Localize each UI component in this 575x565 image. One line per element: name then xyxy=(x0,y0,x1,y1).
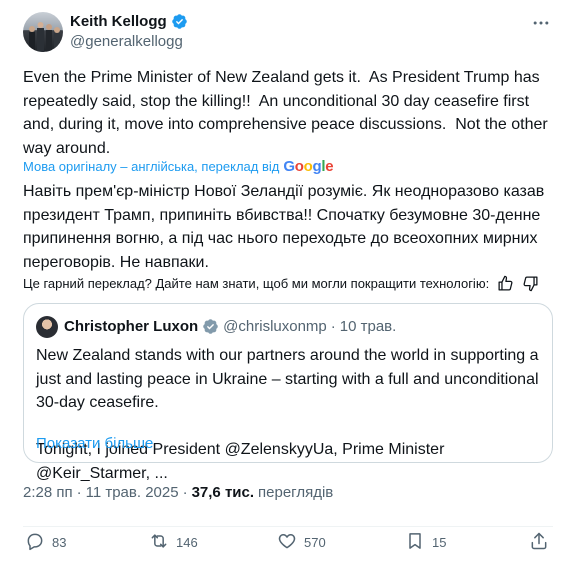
quoted-date[interactable]: 10 трав. xyxy=(340,318,397,335)
meta-separator-2: · xyxy=(182,484,188,501)
google-logo: Google xyxy=(283,158,334,175)
quoted-post-header: Christopher Luxon @chrisluxonmp · 10 тра… xyxy=(64,318,396,335)
reply-icon xyxy=(25,531,45,554)
show-more-link[interactable]: Показати більше xyxy=(36,435,153,452)
post-metadata: 2:28 пп · 11 трав. 2025 · 37,6 тис. пере… xyxy=(23,484,333,501)
translation-credit-text[interactable]: Мова оригіналу – англійська, переклад ві… xyxy=(23,159,279,174)
views-label: переглядів xyxy=(258,484,334,501)
like-button[interactable]: 570 xyxy=(277,531,326,554)
reply-count: 83 xyxy=(52,535,67,550)
quoted-author-name[interactable]: Christopher Luxon xyxy=(64,318,198,335)
repost-count: 146 xyxy=(176,535,198,550)
like-icon xyxy=(277,531,297,554)
author-name[interactable]: Keith Kellogg xyxy=(70,13,188,30)
author-avatar[interactable] xyxy=(23,12,63,52)
action-bar: 83 146 570 15 xyxy=(23,526,553,555)
more-options-icon[interactable] xyxy=(530,12,552,34)
bookmark-icon xyxy=(405,531,425,554)
repost-icon xyxy=(149,531,169,554)
bookmark-count: 15 xyxy=(432,535,447,550)
author-name-text[interactable]: Keith Kellogg xyxy=(70,13,167,30)
quoted-author-avatar[interactable] xyxy=(36,316,58,338)
quoted-author-handle[interactable]: @chrisluxonmp xyxy=(223,318,327,335)
thumbs-down-icon[interactable] xyxy=(522,275,539,292)
share-icon xyxy=(529,531,549,554)
post-time[interactable]: 2:28 пп xyxy=(23,484,73,501)
quoted-post-card[interactable]: Christopher Luxon @chrisluxonmp · 10 тра… xyxy=(23,303,553,482)
translated-text: Навіть прем'єр-міністр Нової Зеландії ро… xyxy=(23,183,549,271)
translation-feedback: Це гарний переклад? Дайте нам знати, щоб… xyxy=(23,275,539,292)
feedback-prompt: Це гарний переклад? Дайте нам знати, щоб… xyxy=(23,276,490,291)
reply-button[interactable]: 83 xyxy=(25,531,66,554)
quoted-verified-badge-icon xyxy=(202,318,219,335)
thumbs-up-icon[interactable] xyxy=(497,275,514,292)
share-button[interactable] xyxy=(529,531,549,554)
translation-credit[interactable]: Мова оригіналу – англійська, переклад ві… xyxy=(23,158,334,175)
meta-separator: · xyxy=(76,484,82,501)
post-date[interactable]: 11 трав. 2025 xyxy=(86,484,179,501)
views-count: 37,6 тис. xyxy=(191,484,255,501)
bookmark-button[interactable]: 15 xyxy=(405,531,446,554)
verified-badge-icon xyxy=(171,13,188,30)
quoted-separator: · xyxy=(330,318,336,335)
author-handle[interactable]: @generalkellogg xyxy=(70,33,183,50)
repost-button[interactable]: 146 xyxy=(149,531,198,554)
like-count: 570 xyxy=(304,535,326,550)
quoted-post-text: New Zealand stands with our partners aro… xyxy=(36,347,539,482)
post-text: Even the Prime Minister of New Zealand g… xyxy=(23,69,553,157)
